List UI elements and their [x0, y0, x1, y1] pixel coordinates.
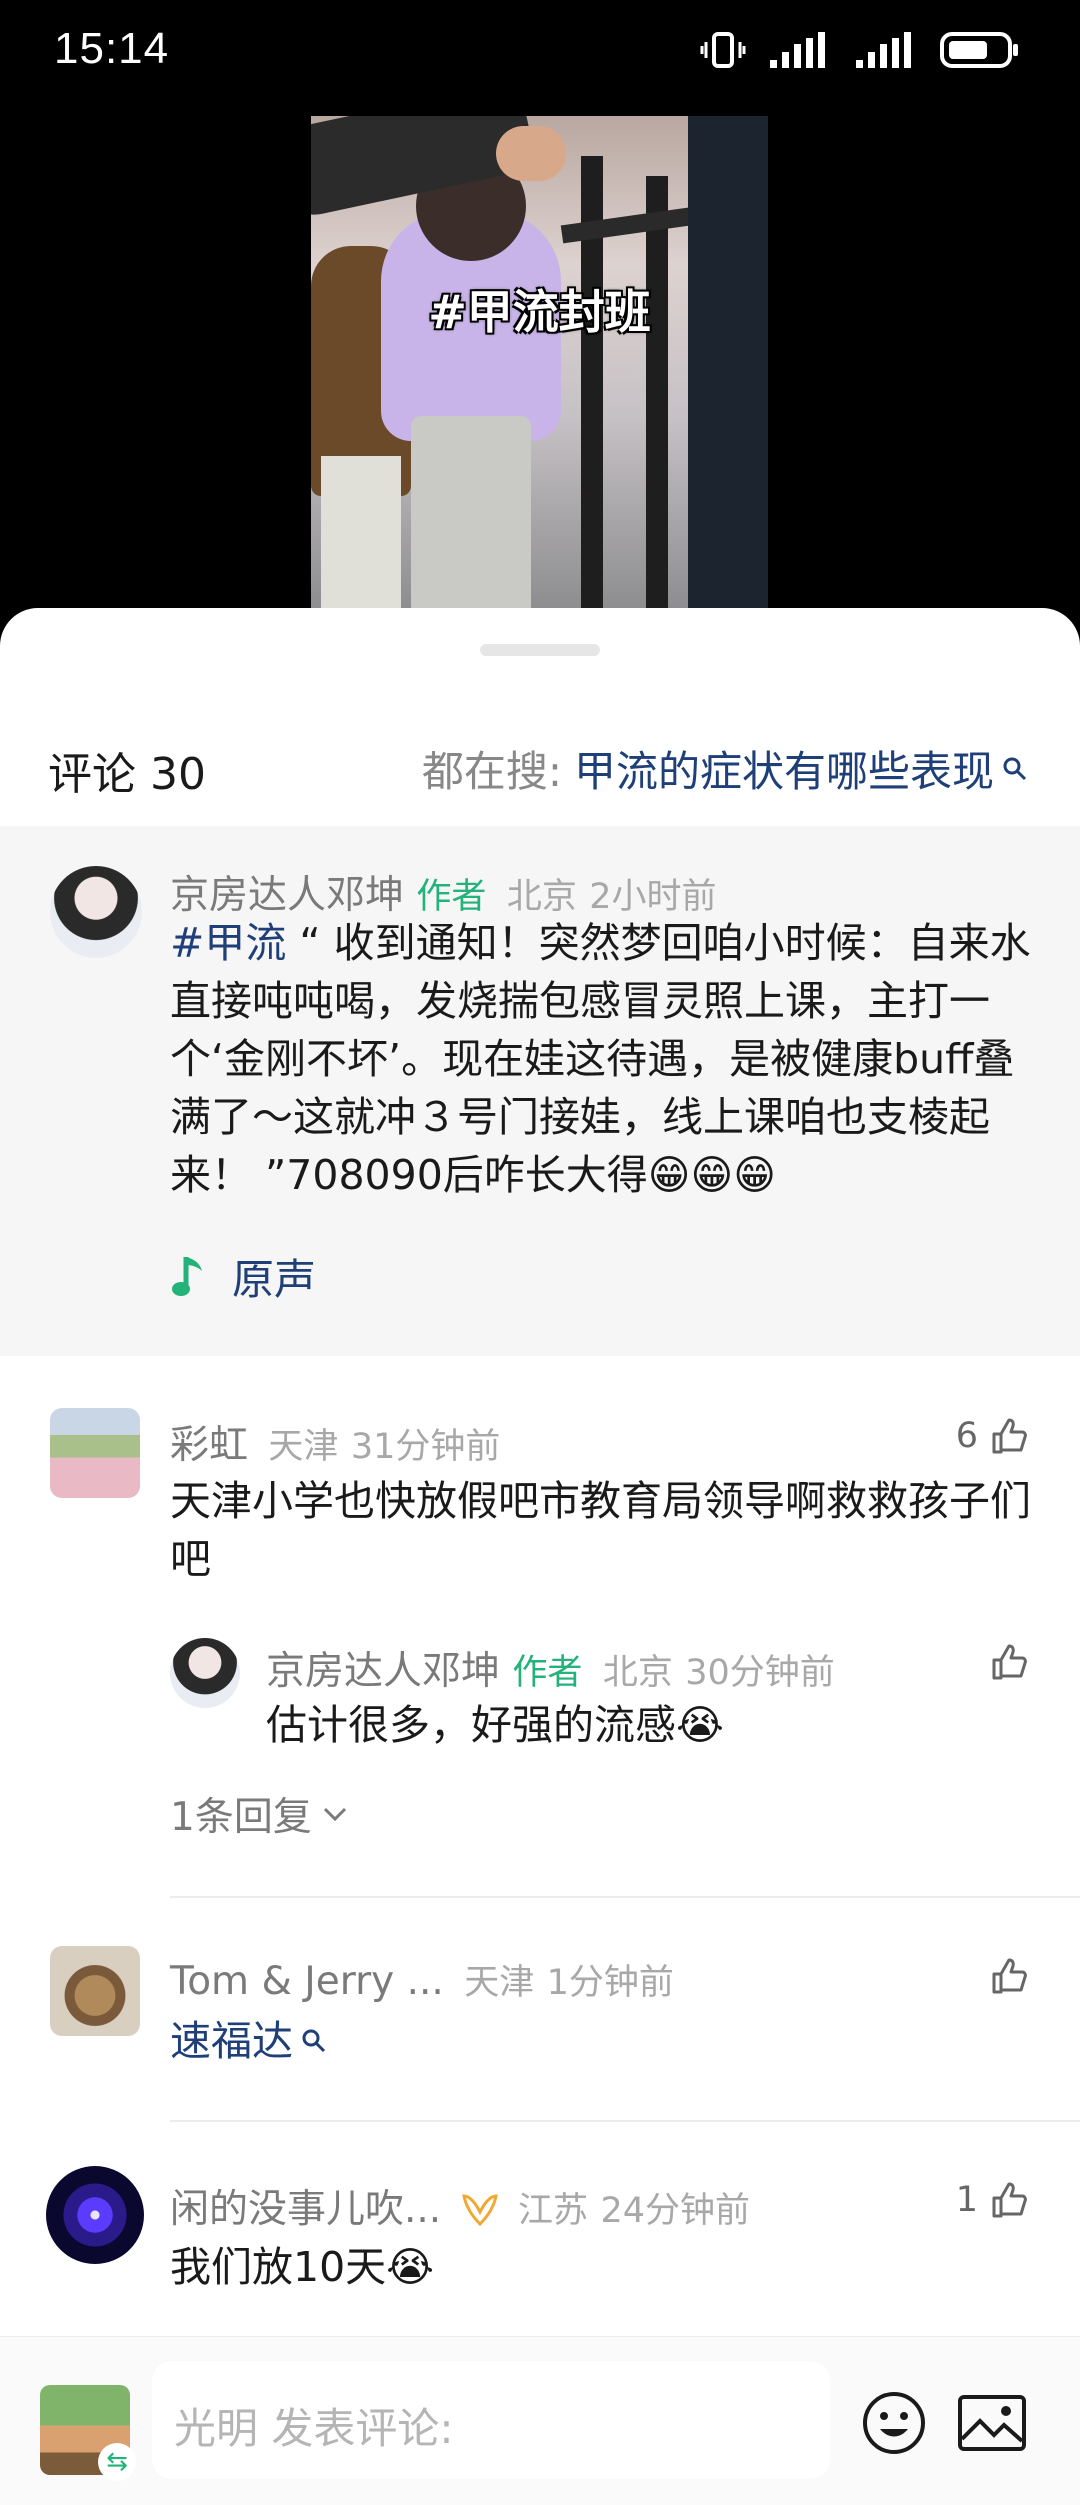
reply-header: 京房达人邓坤 作者 北京 30分钟前: [266, 1640, 835, 1696]
comment-text: 天津小学也快放假吧市教育局领导啊救救孩子们吧: [170, 1477, 1031, 1583]
music-note-icon: [172, 1256, 202, 1296]
thumbs-up-icon: [992, 1644, 1027, 1680]
comment-header: 闲的没事儿吹... 江苏 24分钟前: [170, 2178, 750, 2234]
more-replies-label: 1条回复: [170, 1795, 312, 1840]
like-count: 1: [955, 2180, 978, 2220]
author-tag: 作者: [416, 877, 487, 917]
signal-icon: [770, 32, 825, 68]
video-caption: #甲流封班: [428, 285, 651, 339]
timestamp: 1分钟前: [546, 1963, 674, 2003]
username[interactable]: 京房达人邓坤: [170, 873, 404, 918]
like-button[interactable]: 1: [956, 2180, 1030, 2220]
like-button[interactable]: 6: [956, 1416, 1030, 1456]
location: 北京: [506, 877, 577, 917]
timestamp: 30分钟前: [685, 1653, 835, 1693]
comment-sheet: 评论 30 都在搜: 甲流的症状有哪些表现 京房达人邓坤 作者 北京 2小时前 …: [0, 608, 1080, 2504]
topic-link[interactable]: #甲流: [170, 919, 286, 967]
comment-body: “ 收到通知！突然梦回咱小时候：自来水直接吨吨喝，发烧揣包感冒灵照上课，主打一个…: [170, 919, 1031, 1199]
video-player[interactable]: #甲流封班: [311, 116, 768, 610]
location: 天津: [268, 1427, 339, 1467]
divider: [170, 2120, 1080, 2122]
reply-avatar[interactable]: [170, 1638, 240, 1708]
image-icon[interactable]: [956, 2391, 1028, 2455]
like-count: 6: [955, 1416, 978, 1456]
comment-header: 京房达人邓坤 作者 北京 2小时前: [170, 864, 717, 920]
comment-header: Tom & Jerry ... 天津 1分钟前: [170, 1954, 674, 2005]
comment-input-bar: ⇆ 光明 发表评论:: [0, 2336, 1080, 2505]
avatar[interactable]: [50, 1408, 140, 1498]
battery-icon: [940, 32, 1018, 68]
pinned-author-comment[interactable]: 京房达人邓坤 作者 北京 2小时前 #甲流 “ 收到通知！突然梦回咱小时候：自来…: [0, 826, 1080, 1356]
search-icon: [1003, 757, 1027, 780]
location: 北京: [602, 1653, 673, 1693]
hot-search-query[interactable]: 甲流的症状有哪些表现: [574, 738, 994, 799]
vip-badge-icon: [461, 2194, 498, 2227]
search-icon: [302, 2029, 326, 2053]
status-bar: 15:14: [0, 0, 1080, 110]
thumbs-up-icon: [992, 2182, 1027, 2218]
search-keyword-link[interactable]: 速福达: [170, 2012, 293, 2070]
comment-input[interactable]: 光明 发表评论:: [152, 2361, 830, 2479]
comment-header: 彩虹 天津 31分钟前: [170, 1414, 500, 1470]
original-sound-label: 原声: [232, 1255, 317, 1304]
divider: [170, 1896, 1080, 1898]
expand-replies-button[interactable]: 1条回复: [170, 1786, 348, 1842]
chevron-down-icon: [323, 1807, 346, 1822]
original-sound-link[interactable]: 原声: [170, 1246, 316, 1307]
comment-text[interactable]: 速福达: [170, 2012, 327, 2070]
author-tag: 作者: [512, 1653, 583, 1693]
timestamp: 24分钟前: [600, 2191, 750, 2231]
location: 天津: [464, 1963, 535, 2003]
hot-search-prefix: 都在搜:: [421, 747, 562, 796]
like-button[interactable]: [990, 1642, 1030, 1682]
sheet-header: 评论 30 都在搜: 甲流的症状有哪些表现: [0, 726, 1080, 806]
comment-text: 我们放10天😭: [170, 2243, 435, 2291]
status-time: 15:14: [54, 24, 170, 73]
username[interactable]: 彩虹: [170, 1423, 248, 1468]
username[interactable]: Tom & Jerry ...: [170, 1959, 444, 2004]
vibrate-icon: [700, 32, 746, 68]
drag-handle[interactable]: [480, 644, 600, 656]
hot-search-link[interactable]: 都在搜: 甲流的症状有哪些表现: [422, 738, 1028, 799]
emoji-icon[interactable]: [858, 2387, 930, 2459]
location: 江苏: [518, 2191, 589, 2231]
username[interactable]: 京房达人邓坤: [266, 1649, 500, 1694]
username[interactable]: 闲的没事儿吹...: [170, 2187, 441, 2232]
avatar[interactable]: [50, 866, 142, 958]
status-icons: [700, 30, 1020, 70]
signal-icon-2: [856, 32, 911, 68]
thumbs-up-icon: [992, 1958, 1027, 1994]
avatar[interactable]: [50, 1946, 140, 2036]
reply-text: 估计很多，好强的流感😭: [266, 1701, 724, 1749]
timestamp: 31分钟前: [350, 1427, 501, 1467]
avatar[interactable]: [46, 2166, 144, 2264]
comment-count: 评论 30: [48, 749, 206, 800]
thumbs-up-icon: [992, 1418, 1027, 1454]
comment-text: #甲流 “ 收到通知！突然梦回咱小时候：自来水直接吨吨喝，发烧揣包感冒灵照上课，…: [170, 914, 1040, 1204]
switch-account-icon[interactable]: ⇆: [98, 2443, 136, 2481]
like-button[interactable]: [990, 1956, 1030, 1996]
timestamp: 2小时前: [589, 877, 717, 917]
